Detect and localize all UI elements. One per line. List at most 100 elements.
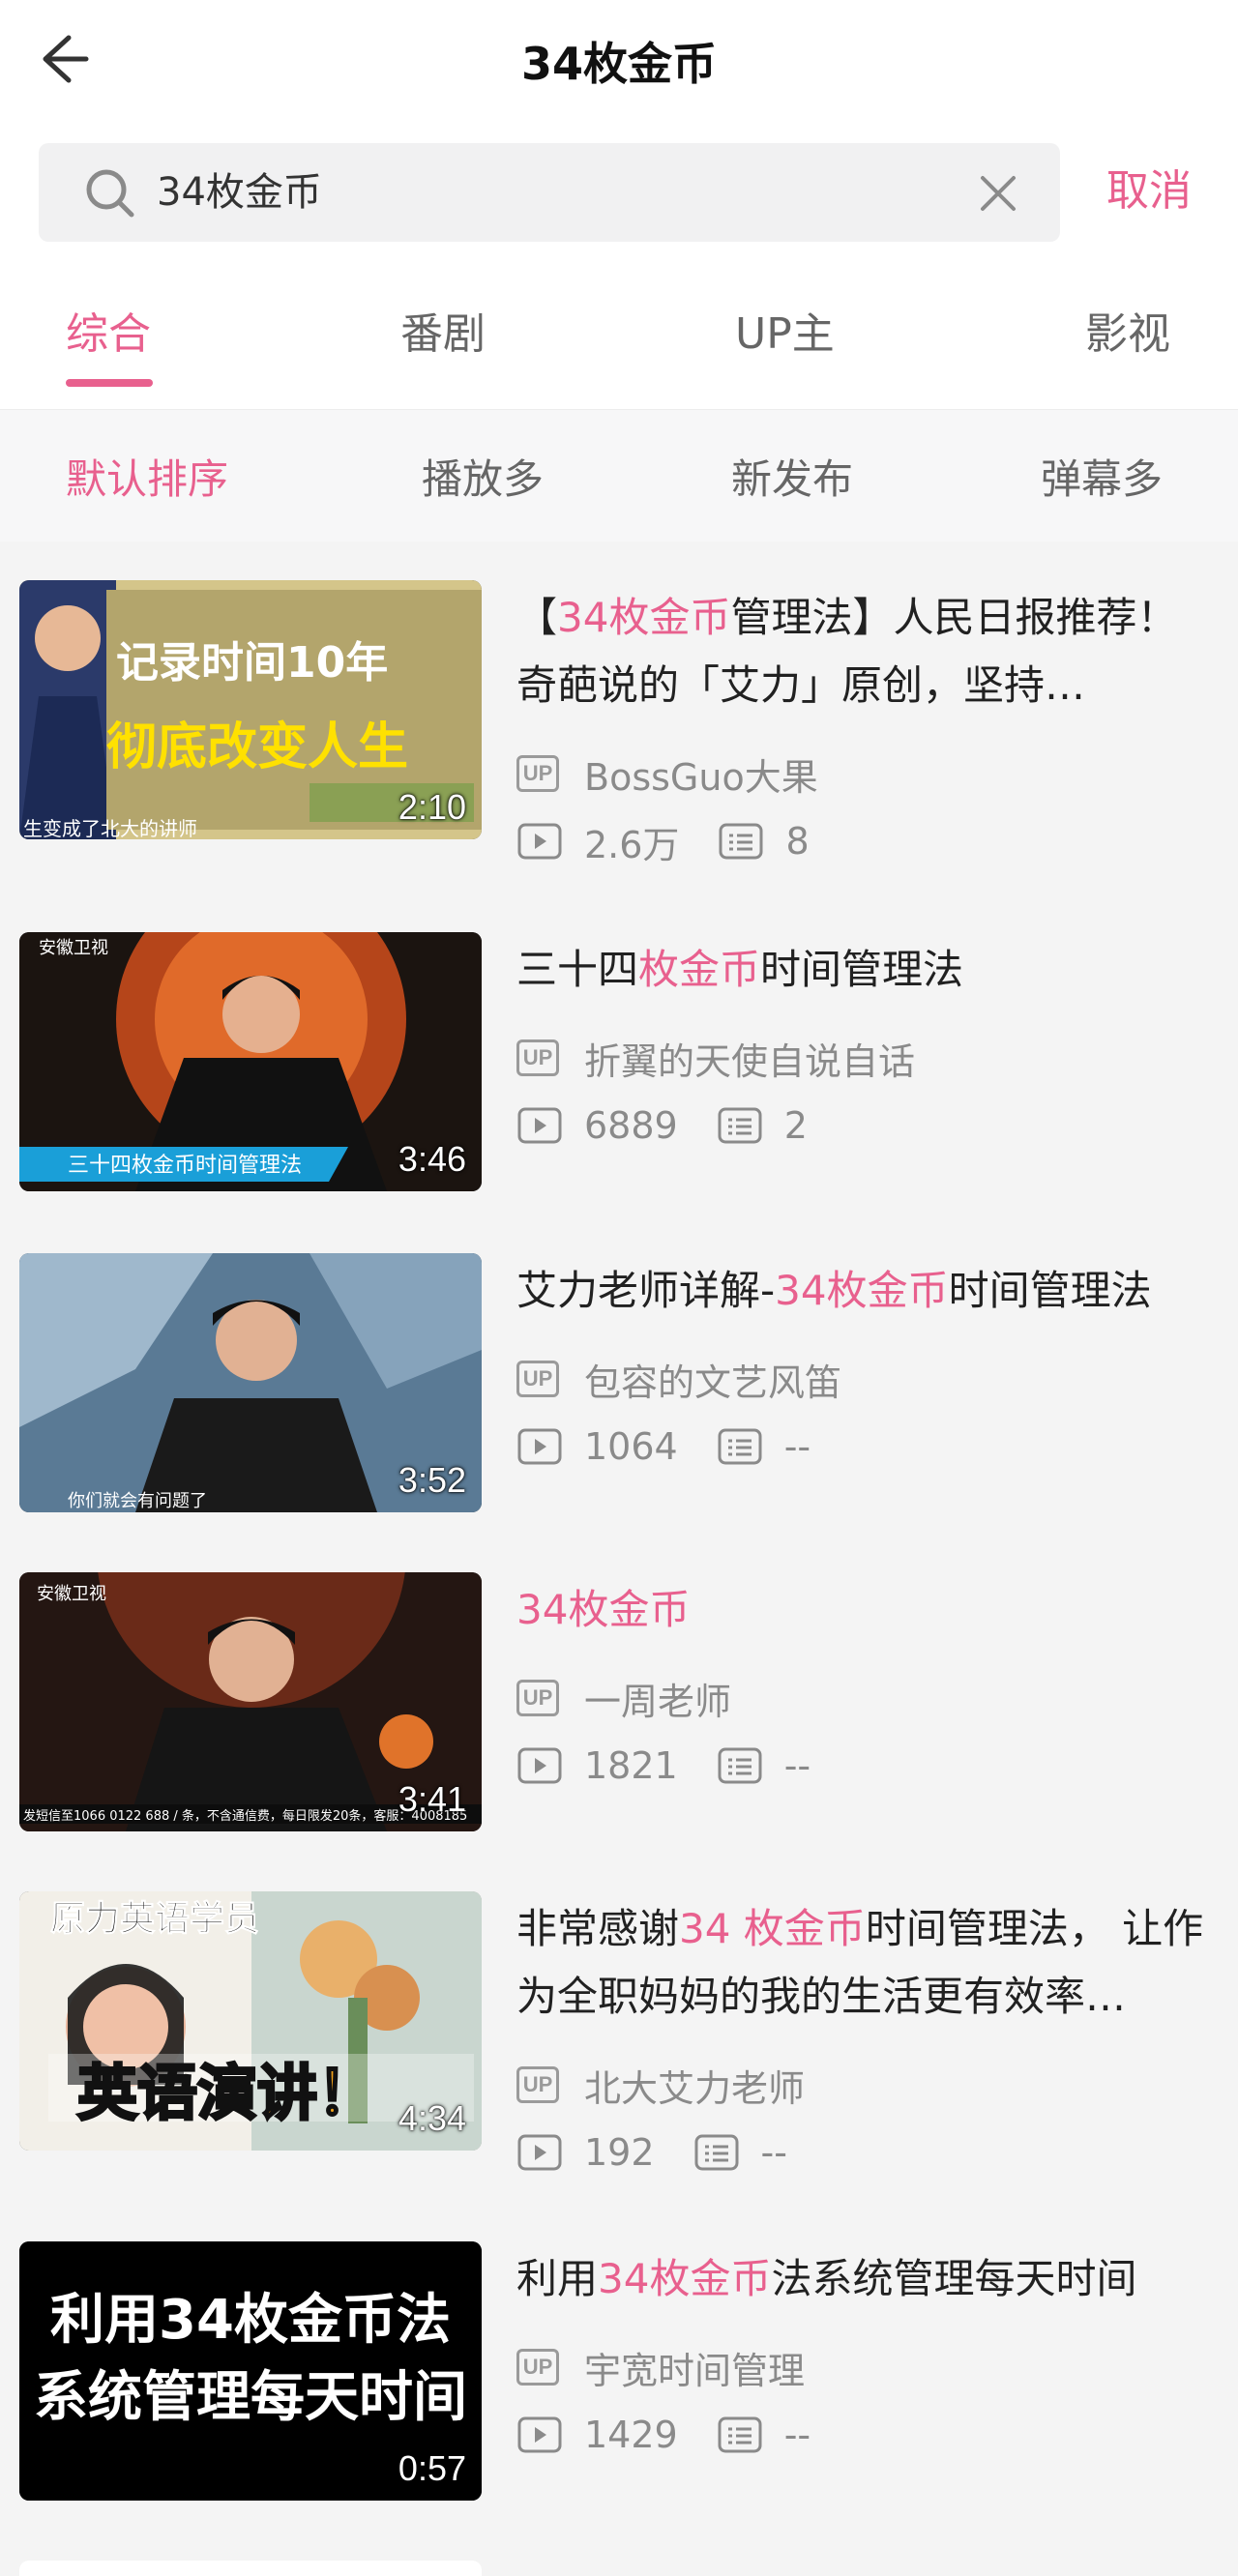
play-count-icon: [517, 1747, 562, 1784]
danmaku-count: --: [783, 2414, 811, 2456]
thumb-overlay-2: 系统管理每天时间: [34, 2366, 467, 2429]
video-thumbnail[interactable]: 利用34枚金币法 系统管理每天时间 0:57: [19, 2241, 482, 2501]
search-box[interactable]: 34枚金币: [39, 143, 1060, 242]
title-highlight: 34枚金币: [557, 594, 731, 641]
thumb-overlay-2: 英语演讲！: [77, 2058, 377, 2128]
stats-row: 1064 --: [516, 1423, 849, 1470]
video-title[interactable]: 非常感谢34 枚金币时间管理法， 让作为全职妈妈的我的生活更有效率…: [516, 1895, 1213, 2031]
uploader-name: 包容的文艺风笛: [584, 1361, 842, 1404]
play-count-icon: [517, 823, 562, 860]
uploader-name: 折翼的天使自说自话: [584, 1039, 916, 1083]
uploader-row[interactable]: UP 北大艾力老师: [516, 2062, 805, 2110]
stats-row: 192 --: [516, 2129, 826, 2176]
video-title[interactable]: 【34枚金币管理法】人民日报推荐！奇葩说的「艾力」原创，坚持…: [516, 584, 1213, 719]
results-list: 记录时间10年 彻底改变人生 生变成了北大的讲师 2:10 【34枚金币管理法】…: [0, 542, 1238, 2576]
up-badge-icon: UP: [516, 2066, 559, 2103]
thumb-caption: 你们就会有问题了: [68, 1491, 207, 1511]
search-input[interactable]: 34枚金币: [157, 166, 322, 219]
thumb-overlay-2: 彻底改变人生: [106, 718, 408, 776]
channel-logo: 安徽卫视: [37, 1584, 106, 1604]
video-thumbnail[interactable]: 安徽卫视 三十四枚金币时间管理法 3:46: [19, 932, 482, 1191]
search-icon: [86, 169, 134, 218]
video-title[interactable]: 34枚金币: [516, 1576, 1213, 1644]
title-highlight: 34 枚金币: [679, 1905, 866, 1952]
video-thumbnail[interactable]: 安徽卫视 发短信至1066 0122 688 / 条，不含通信费，每日限发20条…: [19, 1572, 482, 1831]
list-item[interactable]: 记录时间10年 彻底改变人生 生变成了北大的讲师 2:10 【34枚金币管理法】…: [0, 580, 1238, 899]
video-thumbnail[interactable]: 你们就会有问题了 3:52: [19, 1253, 482, 1512]
tab-up[interactable]: UP主: [735, 306, 835, 364]
video-thumbnail[interactable]: 记录时间10年 彻底改变人生 生变成了北大的讲师 2:10: [19, 580, 482, 839]
danmaku-count-icon: [718, 1428, 762, 1465]
title-text: 时间管理法: [948, 1267, 1152, 1314]
title-text: 艾力老师详解-: [516, 1267, 776, 1314]
title-highlight: 34枚金币: [598, 2255, 772, 2302]
video-title[interactable]: 艾力老师详解-34枚金币时间管理法: [516, 1257, 1213, 1325]
video-thumbnail[interactable]: 原力英语学员 英语演讲！ 4:34: [19, 1891, 482, 2151]
title-highlight: 34枚金币: [775, 1267, 949, 1314]
page-title: 34枚金币: [520, 38, 717, 90]
list-item[interactable]: 安徽卫视 三十四枚金币时间管理法 3:46 三十四枚金币时间管理法 UP 折翼的…: [0, 932, 1238, 1251]
sort-default[interactable]: 默认排序: [66, 453, 228, 507]
uploader-name: BossGuo大果: [584, 755, 818, 799]
play-count-icon: [517, 1107, 562, 1144]
up-badge-icon: UP: [516, 2349, 559, 2386]
danmaku-count: --: [760, 2131, 787, 2174]
sort-most-danmaku[interactable]: 弹幕多: [1041, 453, 1163, 507]
stats-row: 1429 --: [516, 2412, 849, 2458]
video-duration: 3:52: [398, 1460, 466, 1500]
uploader-name: 北大艾力老师: [584, 2066, 806, 2110]
view-count: 2.6万: [584, 823, 680, 866]
stats-row: 2.6万 8: [516, 818, 848, 866]
up-badge-icon: UP: [516, 1039, 559, 1076]
tab-bangumi[interactable]: 番剧: [400, 306, 486, 364]
danmaku-count: 8: [785, 820, 810, 863]
video-title[interactable]: 三十四枚金币时间管理法: [516, 936, 1213, 1004]
list-item[interactable]: 利用34枚金币法 系统管理每天时间 0:57 利用34枚金币法系统管理每天时间 …: [0, 2241, 1238, 2561]
stats-row: 6889 2: [516, 1102, 846, 1149]
view-count: 1064: [584, 1425, 678, 1468]
channel-logo: 安徽卫视: [39, 938, 108, 958]
cancel-button[interactable]: 取消: [1106, 162, 1192, 220]
uploader-row[interactable]: UP 宇宽时间管理: [516, 2344, 805, 2392]
video-duration: 4:34: [398, 2098, 466, 2138]
up-badge-icon: UP: [516, 1680, 559, 1716]
sort-newest[interactable]: 新发布: [731, 453, 853, 507]
up-badge-icon: UP: [516, 755, 559, 792]
tab-film[interactable]: 影视: [1085, 306, 1170, 364]
thumb-caption: 三十四枚金币时间管理法: [68, 1154, 302, 1178]
view-count: 192: [584, 2131, 655, 2174]
video-duration: 2:10: [398, 787, 466, 827]
danmaku-count-icon: [718, 1747, 762, 1784]
uploader-row[interactable]: UP BossGuo大果: [516, 750, 818, 799]
title-highlight: 34枚金币: [516, 1586, 691, 1633]
uploader-row[interactable]: UP 折翼的天使自说自话: [516, 1035, 915, 1083]
up-badge-icon: UP: [516, 1361, 559, 1397]
thumb-overlay-1: 利用34枚金币法: [50, 2289, 451, 2352]
play-count-icon: [517, 2416, 562, 2453]
result-tabs: 综合 番剧 UP主 影视: [0, 259, 1238, 410]
sort-most-played[interactable]: 播放多: [422, 453, 544, 507]
uploader-row[interactable]: UP 包容的文艺风笛: [516, 1356, 841, 1404]
video-duration: 3:46: [398, 1139, 466, 1179]
danmaku-count: --: [783, 1425, 811, 1468]
title-text: 利用: [516, 2255, 599, 2302]
list-item[interactable]: 原力英语学员 英语演讲！ 4:34 非常感谢34 枚金币时间管理法， 让作为全职…: [0, 1891, 1238, 2210]
video-title[interactable]: 利用34枚金币法系统管理每天时间: [516, 2245, 1213, 2313]
stats-row: 1821 --: [516, 1742, 849, 1789]
play-count-icon: [517, 1428, 562, 1465]
next-item-thumbnail-peek[interactable]: [19, 2561, 482, 2576]
tab-all[interactable]: 综合: [66, 306, 151, 364]
danmaku-count-icon: [718, 1107, 762, 1144]
list-item[interactable]: 安徽卫视 发短信至1066 0122 688 / 条，不含通信费，每日限发20条…: [0, 1572, 1238, 1891]
search-row: 34枚金币 取消: [0, 124, 1238, 259]
uploader-name: 宇宽时间管理: [584, 2349, 806, 2392]
thumb-overlay-1: 原力英语学员: [50, 1898, 259, 1939]
thumb-overlay-3: 生变成了北大的讲师: [23, 817, 197, 839]
uploader-row[interactable]: UP 一周老师: [516, 1675, 731, 1723]
title-text: 【: [516, 594, 558, 641]
list-item[interactable]: 你们就会有问题了 3:52 艾力老师详解-34枚金币时间管理法 UP 包容的文艺…: [0, 1253, 1238, 1572]
view-count: 1821: [584, 1744, 678, 1787]
clear-icon[interactable]: [975, 170, 1021, 217]
view-count: 6889: [584, 1104, 678, 1147]
title-text: 三十四: [516, 946, 639, 993]
